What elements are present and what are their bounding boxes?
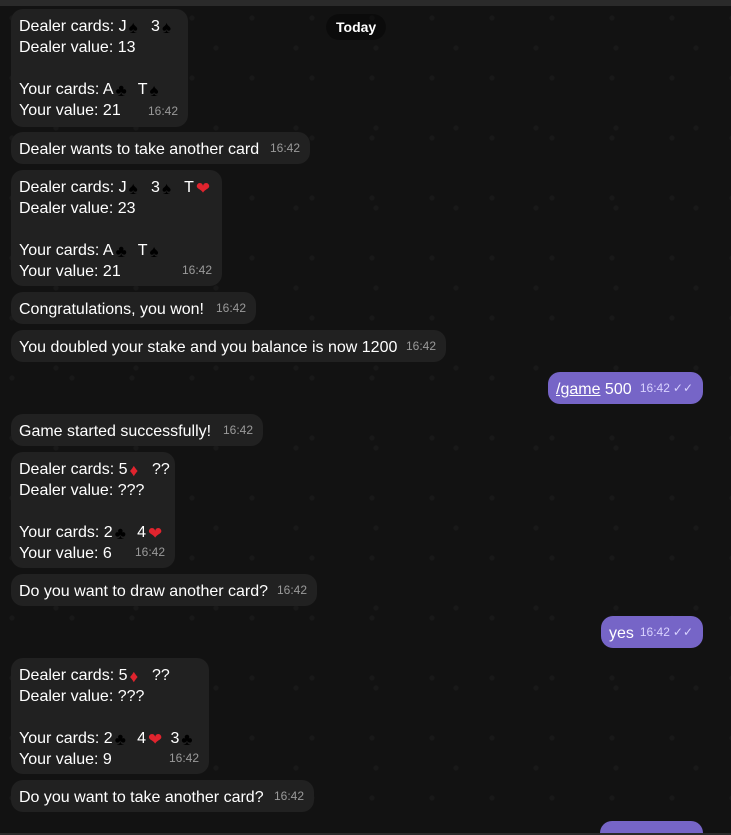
spade-icon: ♠ <box>128 18 138 37</box>
message-text: ?? <box>147 461 170 478</box>
message-line: Dealer value: 13 <box>19 39 136 56</box>
message-text: Dealer cards: J <box>19 179 127 196</box>
message-line: Dealer value: ??? <box>19 482 145 499</box>
message-time: 16:42 <box>222 423 253 437</box>
message-text: Your cards: 2 <box>19 524 113 541</box>
diamond-icon: ♦ <box>129 667 139 686</box>
spade-icon: ♠ <box>149 242 159 261</box>
message-text: Dealer cards: 5 <box>19 461 128 478</box>
message-time: 16:42 <box>134 545 165 559</box>
club-icon: ♣ <box>181 730 193 749</box>
message-bubble[interactable]: Dealer cards: 5 ♦ ?? Dealer value: ??? Yo… <box>11 452 175 568</box>
date-separator: Today <box>326 14 387 40</box>
message-text: Dealer wants to take another card <box>19 141 260 158</box>
message-text: Game started successfully! <box>19 423 212 440</box>
spade-icon: ♠ <box>128 179 138 198</box>
message-line: Your cards: 2 ♣ 4 ❤ <box>19 522 167 543</box>
message-text: T <box>179 179 194 196</box>
message-line: Dealer cards: J ♠ 3 ♠ <box>19 16 180 37</box>
message-bubble[interactable]: Do you want to draw another card? 16:42 <box>11 574 317 606</box>
club-icon: ♣ <box>115 242 127 261</box>
message-line: Dealer value: 23 <box>19 200 136 217</box>
message-text: Do you want to draw another card? <box>19 583 269 600</box>
message-text: 3 <box>146 18 160 35</box>
heart-icon: ❤ <box>148 524 163 543</box>
diamond-icon: ♦ <box>129 461 139 480</box>
message-time: 16:42 <box>168 751 199 765</box>
message-text: Your cards: A <box>19 81 114 98</box>
message-text: Do you want to take another card? <box>19 789 264 806</box>
message-text: Dealer cards: 5 <box>19 667 128 684</box>
message-text: 3 <box>146 179 160 196</box>
message-time: 16:42 <box>405 339 436 353</box>
message-text: T <box>133 81 148 98</box>
message-line: Your cards: A ♣ T ♠ <box>19 79 180 100</box>
spade-icon: ♠ <box>149 81 159 100</box>
message-time: 16:42 <box>276 583 307 597</box>
outgoing-message-bubble[interactable]: yes 16:42 ✓✓ <box>601 616 703 648</box>
message-bubble[interactable]: Do you want to take another card? 16:42 <box>11 780 314 812</box>
message-text: 500 <box>600 381 632 398</box>
message-text: T <box>133 242 148 259</box>
message-text: Your cards: 2 <box>19 730 113 747</box>
message-bubble[interactable]: Dealer cards: J ♠ 3 ♠ T ❤ Dealer value: 23 … <box>11 170 222 286</box>
top-border <box>0 0 731 6</box>
message-time: 16:42 <box>181 263 212 277</box>
club-icon: ♣ <box>114 524 126 543</box>
club-icon: ♣ <box>115 81 127 100</box>
message-line: Dealer cards: 5 ♦ ?? <box>19 665 201 686</box>
command-link[interactable]: /game <box>556 381 600 398</box>
outgoing-message-bubble[interactable]: /game 500 16:42 ✓✓ <box>548 372 703 404</box>
message-bubble[interactable]: Dealer wants to take another card 16:42 <box>11 132 310 164</box>
message-time: 16:42 <box>215 301 246 315</box>
read-check-icon: ✓✓ <box>672 625 693 639</box>
message-text: Dealer cards: J <box>19 18 127 35</box>
message-time-text: 16:42 <box>639 381 670 395</box>
message-time: 16:42 ✓✓ <box>640 378 693 399</box>
heart-icon: ❤ <box>195 179 211 198</box>
message-text: Congratulations, you won! <box>19 301 204 318</box>
message-time: 16:42 ✓✓ <box>640 622 693 643</box>
message-time: 16:42 <box>269 141 300 155</box>
message-line: Dealer cards: 5 ♦ ?? <box>19 459 170 480</box>
message-line: Your cards: A ♣ T ♠ <box>19 240 214 261</box>
spade-icon: ♠ <box>161 18 171 37</box>
message-text: 4 <box>132 524 147 541</box>
message-line: Your cards: 2 ♣ 4 ❤ 3 ♣ <box>19 728 201 749</box>
message-text: You doubled your stake and you balance i… <box>19 339 398 356</box>
message-bubble[interactable]: You doubled your stake and you balance i… <box>11 330 446 362</box>
message-bubble[interactable]: Dealer cards: 5 ♦ ?? Dealer value: ??? Yo… <box>11 658 209 774</box>
message-text: Your cards: A <box>19 242 114 259</box>
message-time-text: 16:42 <box>639 625 670 639</box>
message-time: 16:42 <box>147 104 178 118</box>
heart-icon: ❤ <box>148 730 163 749</box>
read-check-icon: ✓✓ <box>672 381 693 395</box>
message-text: 4 <box>132 730 147 747</box>
message-bubble[interactable]: Game started successfully! 16:42 <box>11 414 263 446</box>
club-icon: ♣ <box>114 730 126 749</box>
message-bubble[interactable]: Dealer cards: J ♠ 3 ♠ Dealer value: 13 You… <box>11 9 188 127</box>
message-line: Dealer value: ??? <box>19 688 145 705</box>
message-text: 3 <box>166 730 180 747</box>
message-text: ?? <box>147 667 170 684</box>
message-line: Dealer cards: J ♠ 3 ♠ T ❤ <box>19 177 214 198</box>
message-bubble[interactable]: Congratulations, you won! 16:42 <box>11 292 256 324</box>
spade-icon: ♠ <box>161 179 171 198</box>
message-time: 16:42 <box>273 789 304 803</box>
